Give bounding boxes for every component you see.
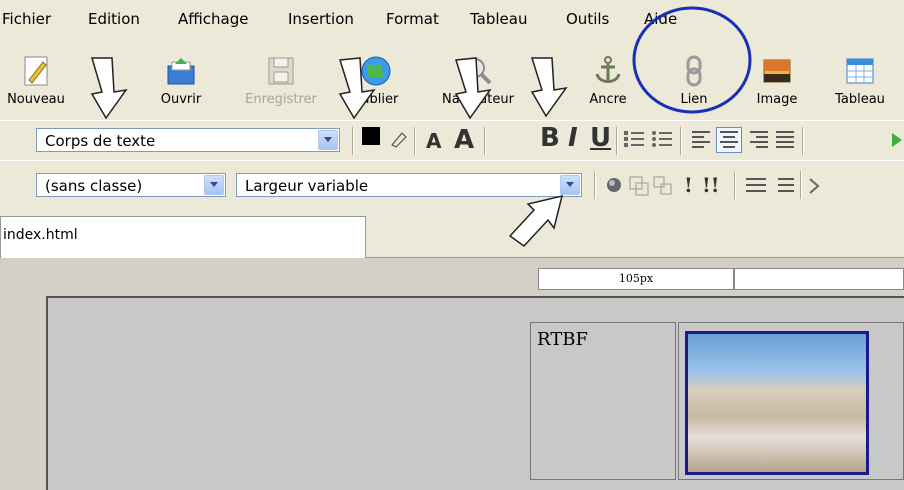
tab-index-html[interactable]: index.html <box>0 216 366 258</box>
table-cell-image[interactable] <box>678 322 904 480</box>
image-landscape-icon <box>763 59 791 83</box>
link-chain-icon <box>686 55 702 87</box>
divider <box>802 127 804 155</box>
indent-more-icon[interactable] <box>744 175 768 197</box>
class-select[interactable]: (sans classe) <box>36 173 226 197</box>
menu-bar: Fichier Edition Affichage Insertion Form… <box>0 0 904 38</box>
editor-area[interactable]: 105px RTBF <box>0 258 904 490</box>
font-larger-icon[interactable]: A <box>454 125 474 155</box>
small-exclamation-button[interactable]: ! <box>684 173 693 197</box>
width-select[interactable]: Largeur variable <box>236 173 582 197</box>
underline-button[interactable]: U <box>590 123 611 153</box>
layer-icon[interactable] <box>628 175 650 197</box>
big-exclamation-button[interactable]: !! <box>702 173 720 197</box>
class-toolbar: (sans classe) Largeur variable ! !! <box>0 160 904 209</box>
play-icon[interactable] <box>892 131 902 149</box>
table-cell-text[interactable]: RTBF <box>530 322 676 480</box>
anchor-button[interactable]: Ancre <box>578 38 638 124</box>
layer-move-icon[interactable] <box>652 175 674 197</box>
menu-edition[interactable]: Edition <box>88 10 140 28</box>
align-justify-icon[interactable] <box>774 129 796 151</box>
new-document-icon <box>24 56 48 86</box>
landscape-photo[interactable] <box>685 331 869 475</box>
italic-button[interactable]: I <box>568 123 578 153</box>
divider <box>594 171 596 199</box>
divider <box>484 127 486 155</box>
main-toolbar: Nouveau Ouvrir Enregistrer Publier Navig… <box>0 38 904 124</box>
indent-less-icon[interactable] <box>772 175 796 197</box>
menu-aide[interactable]: Aide <box>644 10 677 28</box>
document-tabs: index.html <box>0 208 904 258</box>
align-center-icon[interactable] <box>716 127 742 153</box>
format-toolbar: Corps de texte A A B I U <box>0 120 904 161</box>
color-ball-icon[interactable] <box>604 175 624 195</box>
save-disk-icon <box>268 57 294 85</box>
column-width-ruler: 105px <box>538 268 734 290</box>
menu-tableau[interactable]: Tableau <box>470 10 528 28</box>
menu-fichier[interactable]: Fichier <box>2 10 51 28</box>
menu-insertion[interactable]: Insertion <box>288 10 354 28</box>
table-icon <box>846 58 874 84</box>
divider <box>352 127 354 155</box>
open-folder-icon <box>167 58 195 85</box>
chevron-down-icon[interactable] <box>204 175 224 195</box>
divider <box>414 127 416 155</box>
globe-publish-icon <box>361 56 391 86</box>
special-char-icon[interactable] <box>808 175 820 197</box>
eraser-icon[interactable] <box>388 129 408 149</box>
divider <box>680 127 682 155</box>
align-right-icon[interactable] <box>748 129 770 151</box>
divider <box>800 171 802 199</box>
menu-outils[interactable]: Outils <box>566 10 609 28</box>
browser-button[interactable]: Navigateur <box>432 38 524 124</box>
new-button[interactable]: Nouveau <box>0 38 72 124</box>
save-button[interactable]: Enregistrer <box>238 38 324 124</box>
divider <box>734 171 736 199</box>
paragraph-style-select[interactable]: Corps de texte <box>36 128 340 152</box>
publish-button[interactable]: Publier <box>340 38 412 124</box>
anchor-icon <box>595 56 621 83</box>
align-left-icon[interactable] <box>690 129 712 151</box>
table-button[interactable]: Tableau <box>822 38 898 124</box>
menu-affichage[interactable]: Affichage <box>178 10 248 28</box>
column-width-ruler-2 <box>734 268 904 290</box>
text-color-swatch[interactable] <box>362 127 380 145</box>
menu-format[interactable]: Format <box>386 10 439 28</box>
browser-magnifier-icon <box>465 58 492 85</box>
chevron-down-icon[interactable] <box>560 175 580 195</box>
bold-button[interactable]: B <box>540 123 560 153</box>
chevron-down-icon[interactable] <box>318 130 338 150</box>
open-button[interactable]: Ouvrir <box>146 38 216 124</box>
font-smaller-icon[interactable]: A <box>426 129 441 153</box>
bullet-list-icon[interactable] <box>650 129 674 151</box>
link-button[interactable]: Lien <box>664 38 724 124</box>
divider <box>616 127 618 155</box>
image-button[interactable]: Image <box>744 38 810 124</box>
numbered-list-icon[interactable] <box>622 129 646 151</box>
